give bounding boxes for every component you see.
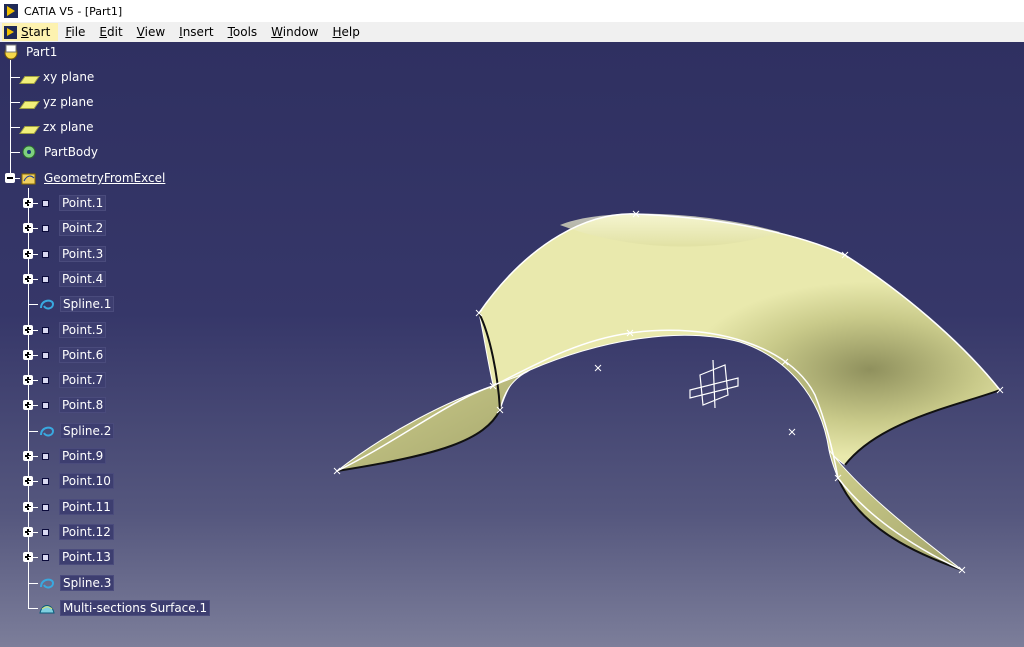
menu-window[interactable]: Window [264, 25, 325, 39]
tree-item-xy-plane[interactable]: xy plane [19, 67, 96, 87]
tree-item-multi-sections-surface-1[interactable]: Multi-sections Surface.1 [38, 598, 211, 618]
tree-item-label: Point.10 [59, 473, 114, 489]
menu-view[interactable]: View [130, 25, 172, 39]
tree-item-point-2[interactable]: Point.2 [38, 218, 107, 238]
body-gear-icon [20, 143, 38, 161]
point-icon [42, 250, 49, 258]
tree-item-label: Point.2 [59, 220, 107, 236]
tree-item-label: Spline.1 [60, 296, 115, 312]
axis-system-icon [689, 359, 739, 409]
tree-item-label: Point.8 [59, 397, 107, 413]
tree-item-label: yz plane [43, 95, 94, 109]
tree-item-label: Point.5 [59, 322, 107, 338]
tree-item-label: Multi-sections Surface.1 [60, 600, 211, 616]
tree-item-point-1[interactable]: Point.1 [38, 193, 107, 213]
menu-tools[interactable]: Tools [221, 25, 265, 39]
tree-item-label: zx plane [43, 120, 94, 134]
tree-item-point-12[interactable]: Point.12 [38, 522, 114, 542]
surface-icon [38, 599, 56, 617]
tree-item-point-11[interactable]: Point.11 [38, 497, 114, 517]
tree-item-label: Point.3 [59, 246, 107, 262]
tree-item-label: Spline.2 [60, 423, 115, 439]
point-icon [42, 553, 49, 561]
tree-item-point-4[interactable]: Point.4 [38, 269, 107, 289]
catia-start-icon [4, 25, 17, 39]
window-title: CATIA V5 - [Part1] [24, 4, 123, 18]
collapse-icon[interactable] [5, 173, 15, 183]
tree-item-spline-1[interactable]: Spline.1 [38, 294, 115, 314]
tree-item-geometrical-set[interactable]: GeometryFromExcel [20, 168, 167, 188]
point-icon [42, 326, 49, 334]
tree-item-label: Spline.3 [60, 575, 115, 591]
point-icon [42, 351, 49, 359]
tree-root[interactable]: Part1 [2, 42, 59, 62]
tree-item-point-10[interactable]: Point.10 [38, 471, 114, 491]
plane-icon [19, 126, 40, 134]
tree-item-label: Point.1 [59, 195, 107, 211]
title-bar: CATIA V5 - [Part1] [0, 0, 1024, 22]
tree-item-label: PartBody [44, 145, 98, 159]
point-icon [42, 452, 49, 460]
tree-item-spline-2[interactable]: Spline.2 [38, 421, 115, 441]
tree-item-label: Point.13 [59, 549, 114, 565]
menu-file[interactable]: File [58, 25, 92, 39]
tree-item-label: Point.12 [59, 524, 114, 540]
tree-item-label: Point.6 [59, 347, 107, 363]
point-icon [42, 224, 49, 232]
point-icon [42, 199, 49, 207]
menu-bar: Start File Edit View Insert Tools Window… [0, 22, 1024, 43]
tree-item-point-8[interactable]: Point.8 [38, 395, 107, 415]
menu-start-label: Start [21, 25, 51, 39]
tree-item-label: Point.7 [59, 372, 107, 388]
point-icon [42, 376, 49, 384]
tree-item-point-3[interactable]: Point.3 [38, 244, 107, 264]
spline-icon [38, 422, 56, 440]
tree-item-label: Point.4 [59, 271, 107, 287]
surface-right-wing[interactable] [828, 449, 963, 571]
tree-item-label: Point.9 [59, 448, 107, 464]
menu-insert[interactable]: Insert [172, 25, 220, 39]
tree-item-point-5[interactable]: Point.5 [38, 320, 107, 340]
menu-edit[interactable]: Edit [92, 25, 129, 39]
plane-icon [19, 101, 40, 109]
tree-root-label: Part1 [26, 45, 58, 59]
catia-logo-icon [4, 4, 18, 18]
tree-item-label: Point.11 [59, 499, 114, 515]
tree-item-point-6[interactable]: Point.6 [38, 345, 107, 365]
point-icon [42, 528, 49, 536]
spline-icon [38, 295, 56, 313]
point-icon [42, 401, 49, 409]
tree-item-yz-plane[interactable]: yz plane [19, 92, 96, 112]
part-icon [2, 43, 20, 61]
specification-tree: Part1 xy plane yz plane zx plane PartBod… [0, 42, 260, 632]
plane-icon [19, 76, 40, 84]
point-icon [42, 477, 49, 485]
tree-item-label: xy plane [43, 70, 95, 84]
tree-item-zx-plane[interactable]: zx plane [19, 117, 96, 137]
geometrical-set-icon [20, 169, 38, 187]
tree-item-point-13[interactable]: Point.13 [38, 547, 114, 567]
tree-item-partbody[interactable]: PartBody [20, 142, 100, 162]
point-icon [42, 275, 49, 283]
tree-item-point-9[interactable]: Point.9 [38, 446, 107, 466]
menu-start[interactable]: Start [2, 23, 59, 41]
menu-help[interactable]: Help [326, 25, 367, 39]
tree-item-label: GeometryFromExcel [44, 171, 166, 185]
spline-icon [38, 574, 56, 592]
point-icon [42, 503, 49, 511]
tree-item-spline-3[interactable]: Spline.3 [38, 573, 115, 593]
tree-item-point-7[interactable]: Point.7 [38, 370, 107, 390]
